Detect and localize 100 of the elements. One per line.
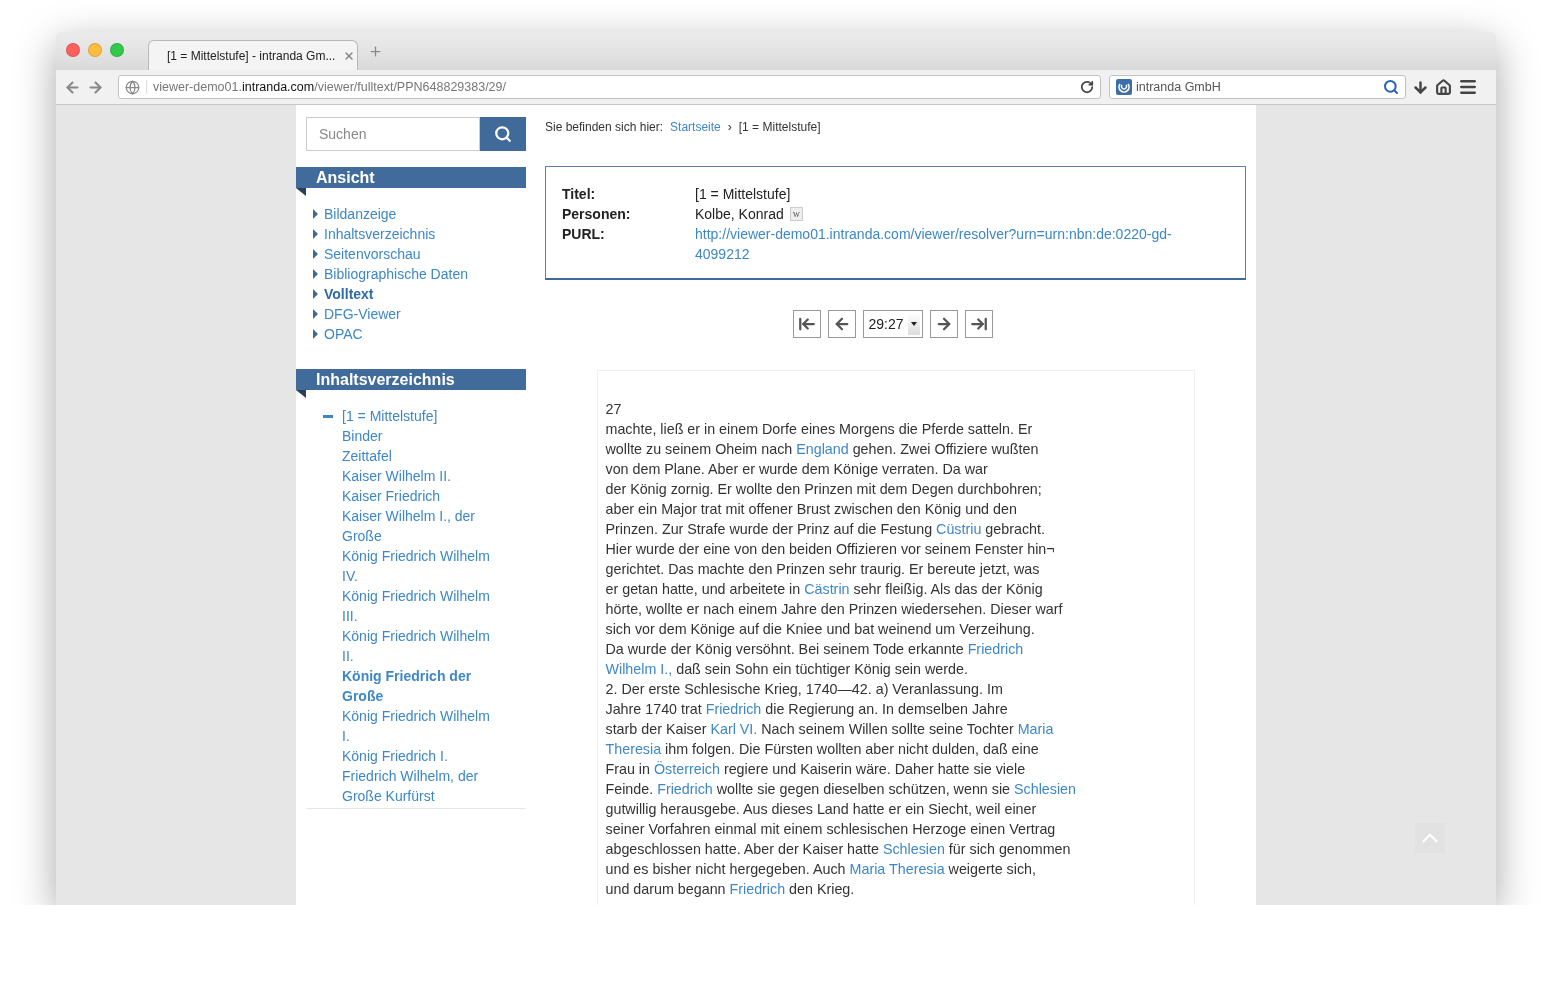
- fold-icon: [296, 390, 306, 398]
- browser-tab[interactable]: [1 = Mittelstufe] - intranda Gm...: [148, 40, 358, 70]
- metadata-label: Personen:: [562, 205, 632, 224]
- page-number: 27: [605, 400, 623, 419]
- fulltext-line: seiner Vorfahren einmal mit einem schlesischen Herzoge einen Vertrag: [605, 820, 1057, 839]
- back-icon[interactable]: [64, 78, 81, 96]
- sidebar-link[interactable]: Volltext: [313, 284, 526, 304]
- breadcrumb-current: [1 = Mittelstufe]: [738, 119, 821, 135]
- fulltext-line: Hier wurde der eine von den beiden Offizieren vor seinem Fenster hin¬: [605, 540, 1056, 559]
- entity-link[interactable]: Schlesien: [1014, 781, 1077, 797]
- metadata-label: Titel:: [562, 185, 597, 204]
- arrow-to-end-icon: [969, 315, 988, 333]
- browser-search-field[interactable]: intranda GmbH: [1109, 75, 1406, 99]
- sidebar-link[interactable]: OPAC: [313, 324, 526, 344]
- section-header: Inhaltsverzeichnis: [316, 371, 455, 388]
- entity-link[interactable]: Friedrich: [967, 641, 1024, 657]
- fulltext-line: machte, ließ er in einem Dorfe eines Morgens die Pferde satteln. Er: [605, 420, 1034, 439]
- download-icon[interactable]: [1412, 78, 1429, 96]
- fulltext-line: 2. Der erste Schlesische Krieg, 1740—42. a) Veranlassung. Im: [605, 680, 1004, 699]
- toc-link[interactable]: Friedrich Wilhelm, der Große Kurfürst: [342, 766, 497, 806]
- search-icon[interactable]: [1383, 79, 1399, 95]
- fulltext-line: Theresia ihm folgen. Die Fürsten wollten aber nicht dulden, daß eine: [605, 740, 1040, 759]
- sidebar-link[interactable]: DFG-Viewer: [313, 304, 526, 324]
- fold-icon: [296, 188, 306, 196]
- fulltext-line: von dem Plane. Aber er wurde dem Könige verraten. Da war: [605, 460, 989, 479]
- sidebar-link[interactable]: Bibliographische Daten: [313, 264, 526, 284]
- toc-link[interactable]: Kaiser Wilhelm II.: [342, 466, 497, 486]
- breadcrumb-label: Sie befinden sich hier:: [545, 119, 664, 135]
- fulltext-line: Frau in Österreich regiere und Kaiserin wäre. Daher hatte sie viele: [605, 760, 1027, 779]
- toc-link[interactable]: Zeittafel: [342, 446, 497, 466]
- page-select[interactable]: 29:27: [862, 310, 923, 338]
- sidebar-link[interactable]: Bildanzeige: [313, 204, 526, 224]
- metadata-value: Kolbe, Konrad: [695, 205, 784, 224]
- toc-link[interactable]: König Friedrich I.: [342, 746, 497, 766]
- fulltext-line: wollte zu seinem Oheim nach England gehen. Zwei Offiziere wußten: [605, 440, 1040, 459]
- fulltext-line: sich vor dem Könige auf die Kniee und bat weinend um Verzeihung.: [605, 620, 1036, 639]
- entity-link[interactable]: Friedrich: [729, 881, 786, 897]
- first-page-button[interactable]: [792, 310, 821, 338]
- toc-link[interactable]: [1 = Mittelstufe]: [342, 406, 497, 426]
- fulltext-line: er getan hatte, und arbeitete in Cästrin sehr fleißig. Als das der König: [605, 580, 1044, 599]
- entity-link[interactable]: Karl VI.: [710, 721, 758, 737]
- fulltext-line: der König zornig. Er wollte den Prinzen mit dem Degen durchbohren;: [605, 480, 1043, 499]
- logo-icon: [1116, 79, 1132, 95]
- search-button[interactable]: [480, 117, 526, 151]
- fulltext-line: Prinzen. Zur Strafe wurde der Prinz auf die Festung Cüstriu gebracht.: [605, 520, 1046, 539]
- entity-link[interactable]: Maria Theresia: [849, 861, 945, 877]
- reload-icon[interactable]: [1080, 80, 1094, 94]
- entity-link[interactable]: England: [796, 441, 849, 457]
- metadata-label: PURL:: [562, 225, 606, 244]
- entity-link[interactable]: Friedrich: [705, 701, 762, 717]
- fulltext-line: hörte, wollte er nach einem Jahre den Prinzen wiedersehen. Dieser warf: [605, 600, 1064, 619]
- sidebar-link[interactable]: Inhaltsverzeichnis: [313, 224, 526, 244]
- fulltext-line: gerichtet. Das machte den Prinzen sehr traurig. Er bereute jetzt, was: [605, 560, 1041, 579]
- toc-link[interactable]: König Friedrich Wilhelm I.: [342, 706, 497, 746]
- forward-icon[interactable]: [87, 78, 104, 96]
- toc-link[interactable]: König Friedrich der Große: [342, 666, 497, 706]
- entity-link[interactable]: Schlesien: [882, 841, 945, 857]
- entity-link[interactable]: Maria: [1017, 721, 1054, 737]
- fulltext-line: Da wurde der König versöhnt. Bei seinem Tode erkannte Friedrich: [605, 640, 1025, 659]
- last-page-button[interactable]: [964, 310, 993, 338]
- address-bar[interactable]: viewer-demo01.intranda.com/viewer/fulltext/PPN648829383/29/: [118, 75, 1101, 99]
- fulltext-line: abgeschlossen hatte. Aber der Kaiser hatte Schlesien für sich genommen: [605, 840, 1072, 859]
- entity-link[interactable]: Wilhelm I.,: [605, 661, 673, 677]
- purl-link[interactable]: http://viewer-demo01.intranda.com/viewer/resolver?urn=urn:nbn:de:0220-gd-4099212: [695, 224, 1190, 264]
- new-tab-icon[interactable]: [368, 43, 383, 59]
- toc-link[interactable]: König Friedrich Wilhelm II.: [342, 626, 497, 666]
- previous-page-button[interactable]: [827, 310, 856, 338]
- toc-link[interactable]: Kaiser Wilhelm I., der Große: [342, 506, 497, 546]
- fulltext-line: starb der Kaiser Karl VI. Nach seinem Willen sollte seine Tochter Maria: [605, 720, 1055, 739]
- entity-link[interactable]: Österreich: [653, 761, 720, 777]
- fulltext-line: gutwillig herausgebe. Aus dieses Land hatte er ein Siecht, weil einer: [605, 800, 1038, 819]
- section-header: Ansicht: [316, 169, 375, 186]
- toc-link[interactable]: Kaiser Friedrich: [342, 486, 497, 506]
- toc-link[interactable]: Binder: [342, 426, 497, 446]
- menu-icon[interactable]: [1458, 77, 1478, 97]
- fulltext-line: Wilhelm I., daß sein Sohn ein tüchtiger König sein werde.: [605, 660, 969, 679]
- breadcrumb-link[interactable]: Startseite: [670, 119, 721, 135]
- fulltext-line: Feinde. Friedrich wollte sie gegen dieselben schützen, wenn sie Schlesien: [605, 780, 1078, 799]
- next-page-button[interactable]: [929, 310, 958, 338]
- breadcrumb-separator: ›: [727, 119, 732, 135]
- wiki-badge[interactable]: w: [789, 207, 803, 221]
- entity-link[interactable]: Cüstriu: [936, 521, 982, 537]
- entity-link[interactable]: Cästrin: [804, 581, 850, 597]
- close-window-button[interactable]: [66, 43, 80, 57]
- toc-link[interactable]: König Friedrich Wilhelm III.: [342, 586, 497, 626]
- fulltext-line: aber ein Major trat mit offener Brust zwischen den König und den: [605, 500, 1018, 519]
- arrow-to-start-icon: [797, 315, 816, 333]
- globe-icon: [125, 79, 140, 95]
- fulltext-line: und es bisher nicht hergegeben. Auch Maria Theresia weigerte sich,: [605, 860, 1037, 879]
- metadata-value: [1 = Mittelstufe]: [695, 185, 792, 204]
- search-field[interactable]: Suchen: [306, 117, 480, 151]
- toc-link[interactable]: König Friedrich Wilhelm IV.: [342, 546, 497, 586]
- entity-link[interactable]: Theresia: [605, 741, 662, 757]
- fulltext-line: Jahre 1740 trat Friedrich die Regierung an. In demselben Jahre: [605, 700, 1009, 719]
- search-icon: [494, 125, 512, 143]
- entity-link[interactable]: Friedrich: [657, 781, 713, 797]
- sidebar-link[interactable]: Seitenvorschau: [313, 244, 526, 264]
- close-icon[interactable]: [343, 49, 356, 62]
- fulltext-line: und darum begann Friedrich den Krieg.: [605, 880, 856, 899]
- home-icon[interactable]: [1435, 78, 1452, 96]
